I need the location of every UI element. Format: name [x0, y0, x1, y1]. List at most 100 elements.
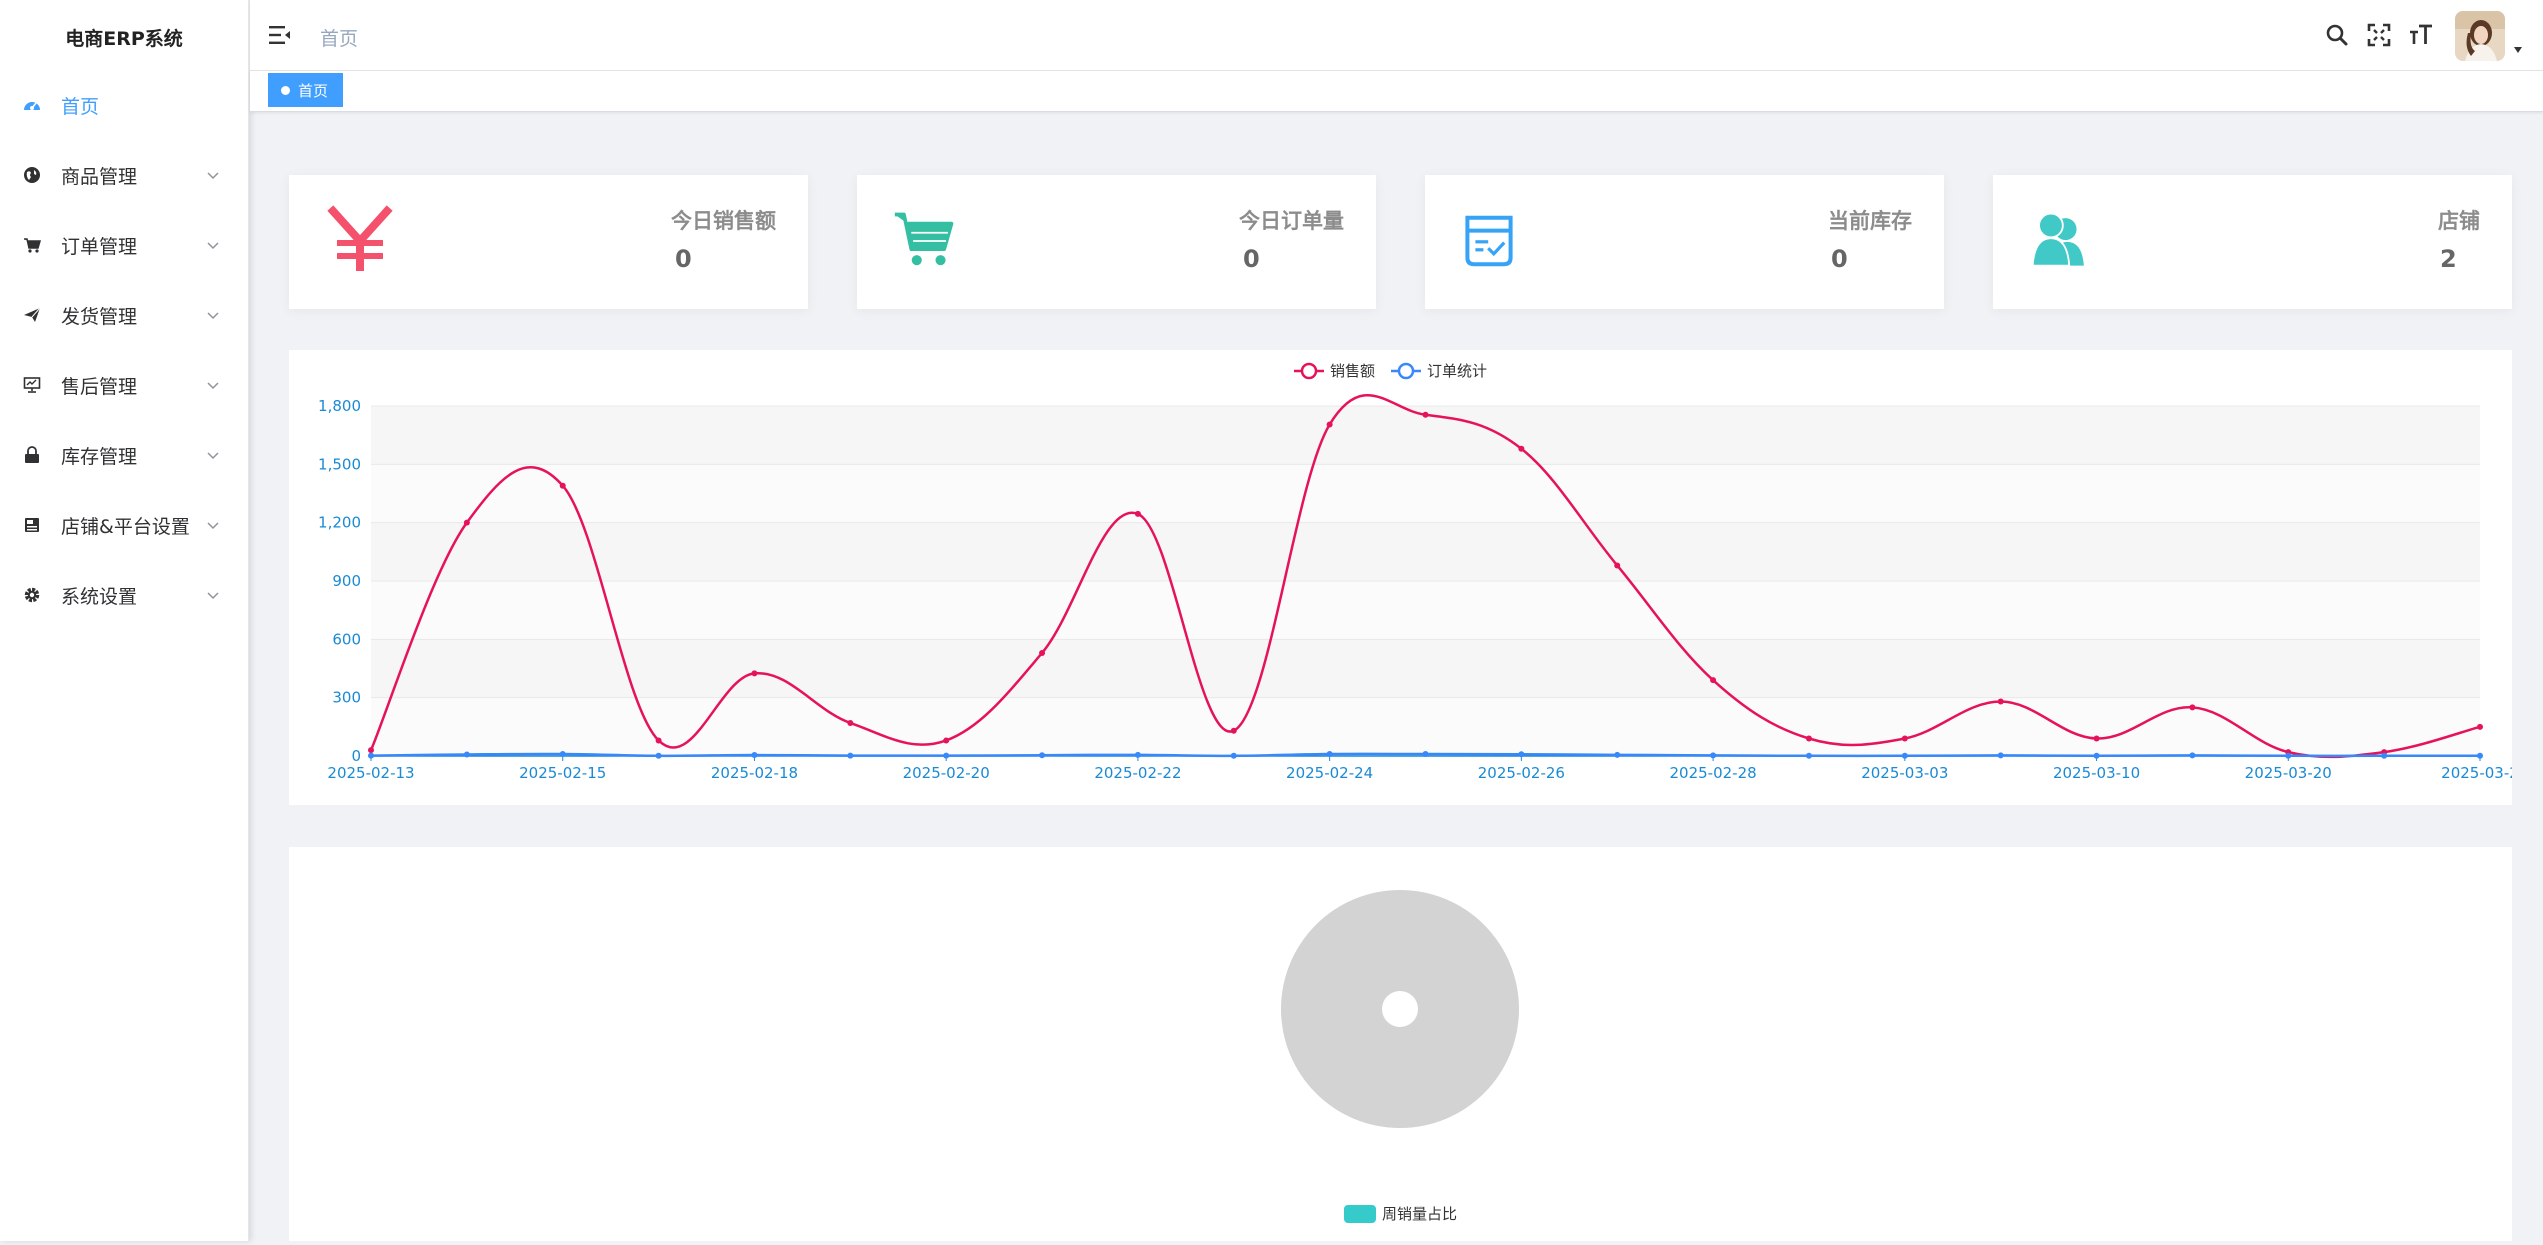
- legend-marker: [1300, 362, 1318, 380]
- chevron-down-icon: [207, 522, 219, 530]
- grid-band: [371, 697, 2480, 756]
- data-point: [559, 751, 566, 758]
- legend-label: 销售额: [1330, 362, 1375, 380]
- cart-icon: [22, 235, 42, 255]
- data-point: [1710, 677, 1717, 684]
- card-title: 店铺: [2438, 209, 2480, 233]
- tag-label: 首页: [298, 81, 329, 100]
- font-size-icon[interactable]: [2408, 22, 2434, 48]
- users-icon: [2031, 212, 2084, 267]
- data-point: [2093, 752, 2100, 759]
- data-point: [1614, 562, 1621, 569]
- chevron-down-icon: [207, 452, 219, 460]
- grid-band: [371, 639, 2480, 698]
- data-point: [1134, 510, 1141, 517]
- data-point: [463, 751, 470, 758]
- breadcrumb[interactable]: 首页: [320, 24, 358, 51]
- sidebar-item-inventory[interactable]: 库存管理: [0, 425, 248, 485]
- monitor-icon: [22, 375, 42, 395]
- card-today-orders[interactable]: 今日订单量 0: [857, 175, 1376, 309]
- data-point: [1518, 445, 1525, 452]
- inventory-icon: [1465, 215, 1513, 267]
- avatar[interactable]: [2455, 11, 2505, 61]
- sidebar-item-label: 售后管理: [61, 375, 138, 398]
- sidebar: 电商ERP系统 首页 商品管理 订单管理 发货管理 售后管理 库存管理 店铺&平…: [0, 0, 249, 1241]
- data-point: [368, 752, 374, 759]
- hamburger-icon[interactable]: [268, 24, 292, 46]
- gear-icon: [22, 585, 42, 605]
- fullscreen-icon[interactable]: [2366, 22, 2392, 48]
- caret-down-icon[interactable]: [2513, 46, 2523, 54]
- card-title: 当前库存: [1828, 209, 1912, 233]
- data-point: [2381, 752, 2388, 759]
- legend-swatch: [1344, 1205, 1376, 1223]
- sidebar-item-aftersales[interactable]: 售后管理: [0, 355, 248, 415]
- tags-view: 首页: [250, 71, 2543, 112]
- data-point: [368, 747, 374, 754]
- x-tick-label: 2025-03-10: [2053, 764, 2140, 782]
- card-value: 0: [675, 245, 692, 273]
- send-icon: [22, 305, 42, 325]
- data-point: [1518, 751, 1525, 758]
- data-point: [1039, 752, 1046, 759]
- pie-chart-panel: 周销量占比: [289, 847, 2512, 1241]
- data-point: [2477, 723, 2483, 730]
- y-tick-label: 900: [332, 572, 361, 590]
- cart-icon: [894, 212, 954, 266]
- card-shops[interactable]: 店铺 2: [1993, 175, 2512, 309]
- data-point: [2477, 752, 2483, 759]
- data-point: [2093, 735, 2100, 742]
- x-tick-label: 2025-02-26: [1478, 764, 1565, 782]
- legend-marker: [1397, 362, 1415, 380]
- grid-band: [371, 581, 2480, 640]
- data-point: [943, 737, 950, 744]
- chevron-down-icon: [207, 242, 219, 250]
- chevron-down-icon: [207, 592, 219, 600]
- data-point: [2189, 704, 2196, 711]
- chevron-down-icon: [207, 312, 219, 320]
- app-title: 电商ERP系统: [65, 28, 183, 50]
- card-today-sales[interactable]: 今日销售额 0: [289, 175, 808, 309]
- sidebar-item-label: 发货管理: [61, 305, 138, 328]
- data-point: [463, 519, 470, 526]
- data-point: [1805, 752, 1812, 759]
- sidebar-item-shop-settings[interactable]: 店铺&平台设置: [0, 495, 248, 555]
- x-tick-label: 2025-02-20: [903, 764, 990, 782]
- data-point: [1805, 735, 1812, 742]
- legend-label: 周销量占比: [1382, 1205, 1457, 1223]
- data-point: [1710, 752, 1717, 759]
- y-tick-label: 1,500: [318, 455, 361, 473]
- sidebar-item-system-settings[interactable]: 系统设置: [0, 565, 248, 625]
- search-icon[interactable]: [2324, 22, 2350, 48]
- pie-chart: 周销量占比: [1281, 890, 1519, 1223]
- card-value: 0: [1243, 245, 1260, 273]
- sidebar-item-label: 订单管理: [61, 235, 138, 258]
- data-point: [1039, 649, 1046, 656]
- data-point: [1422, 411, 1429, 418]
- sidebar-item-home[interactable]: 首页: [0, 75, 248, 135]
- data-point: [751, 670, 758, 677]
- sidebar-item-products[interactable]: 商品管理: [0, 145, 248, 205]
- sidebar-item-orders[interactable]: 订单管理: [0, 215, 248, 275]
- dashboard-icon: [22, 95, 42, 115]
- data-point: [1901, 735, 1908, 742]
- data-point: [2285, 752, 2292, 759]
- data-point: [1614, 751, 1621, 758]
- sidebar-item-label: 库存管理: [61, 445, 138, 468]
- sidebar-item-label: 店铺&平台设置: [61, 515, 190, 538]
- x-tick-label: 2025-02-28: [1669, 764, 1756, 782]
- data-point: [751, 752, 758, 759]
- shop-icon: [22, 515, 42, 535]
- x-tick-label: 2025-02-24: [1286, 764, 1373, 782]
- data-point: [943, 752, 950, 759]
- card-title: 今日订单量: [1239, 209, 1344, 233]
- data-point: [655, 737, 662, 744]
- sidebar-item-shipping[interactable]: 发货管理: [0, 285, 248, 345]
- card-current-inventory[interactable]: 当前库存 0: [1425, 175, 1944, 309]
- x-tick-label: 2025-03-2: [2441, 764, 2512, 782]
- tag-home[interactable]: 首页: [268, 73, 344, 107]
- sidebar-item-label: 系统设置: [61, 585, 138, 608]
- y-tick-label: 1,200: [318, 514, 361, 532]
- sidebar-item-label: 商品管理: [61, 165, 138, 188]
- navbar: 首页: [250, 0, 2543, 71]
